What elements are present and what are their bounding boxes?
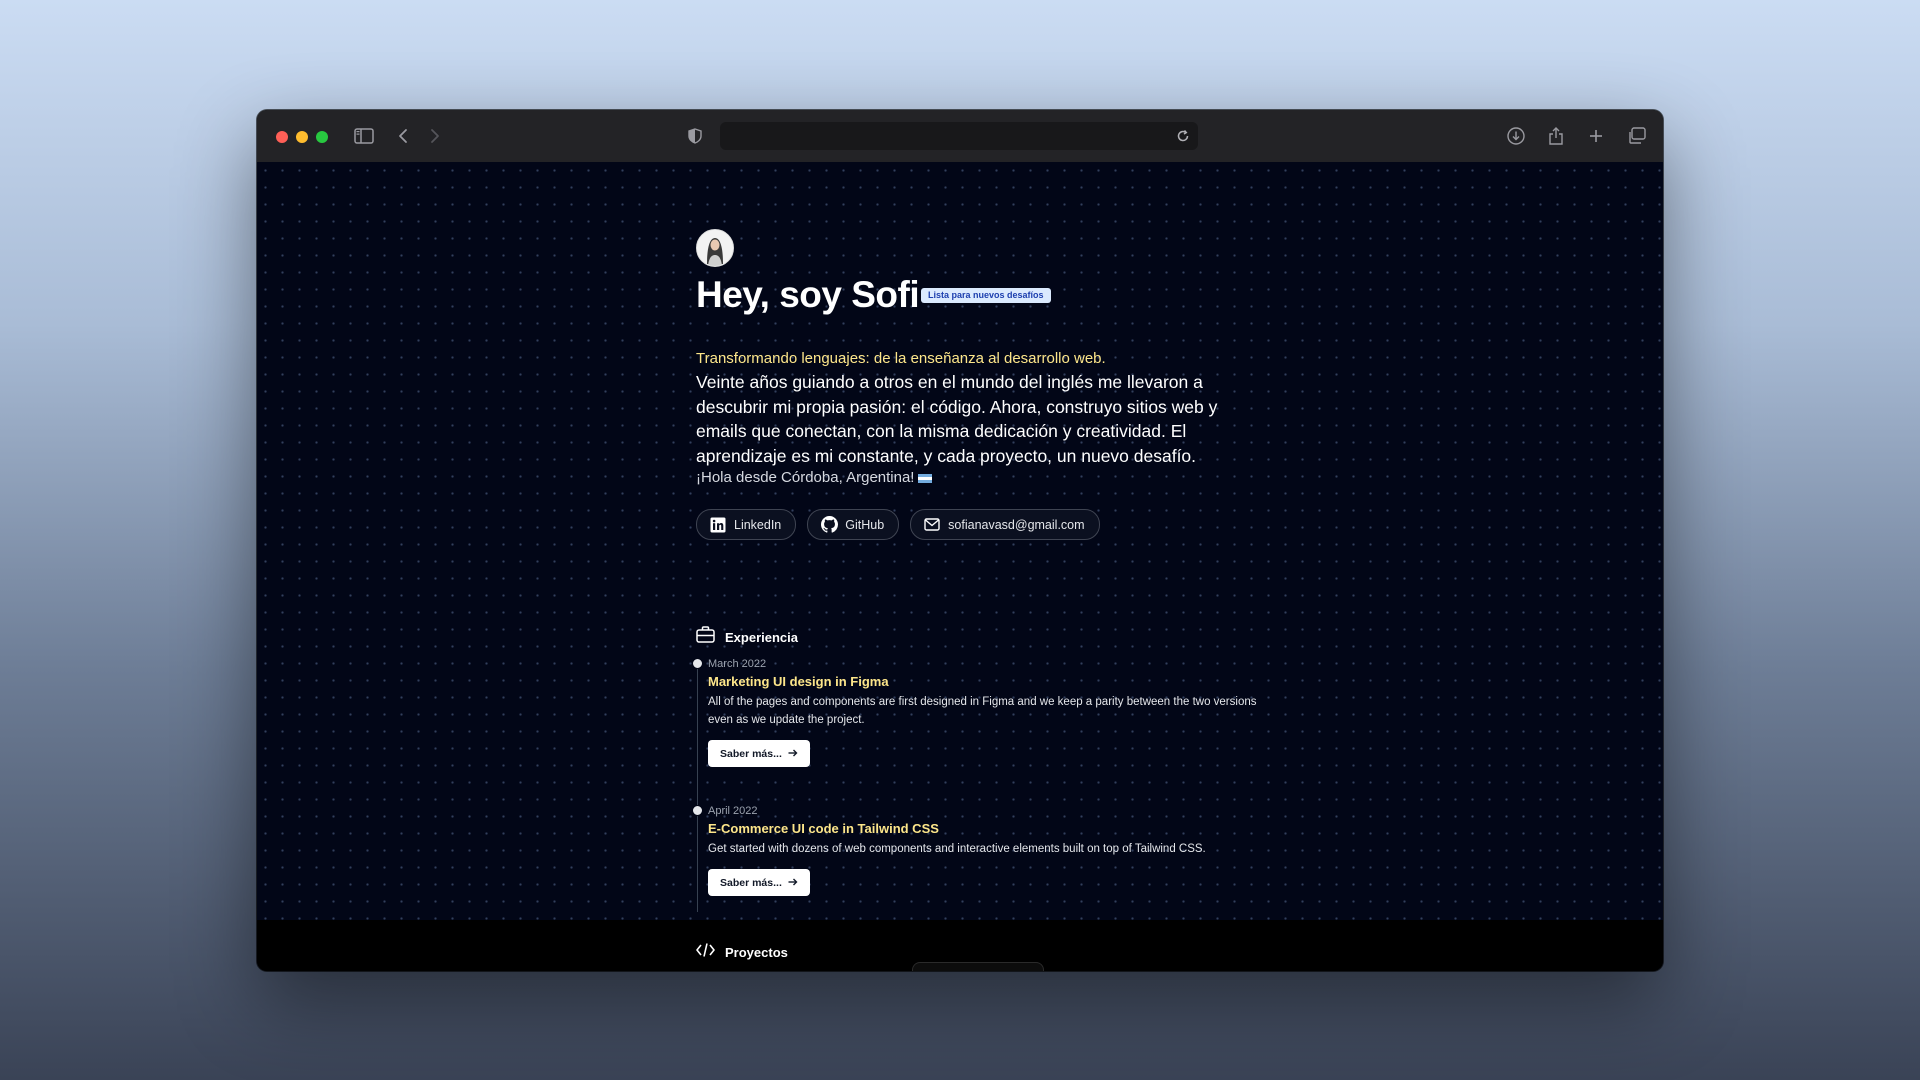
close-window-button[interactable] — [276, 131, 288, 143]
forward-icon[interactable] — [423, 124, 447, 148]
learn-more-button[interactable]: Saber más... — [708, 740, 810, 767]
status-badge: Lista para nuevos desafíos — [921, 288, 1051, 303]
browser-toolbar — [257, 110, 1663, 163]
contact-links: LinkedIn GitHub sofianavasd@gmail.com — [696, 509, 1100, 540]
briefcase-icon — [696, 626, 715, 648]
address-bar[interactable] — [720, 122, 1198, 150]
download-icon[interactable] — [1504, 124, 1528, 148]
learn-more-button[interactable]: Saber más... — [708, 869, 810, 896]
linkedin-label: LinkedIn — [734, 517, 782, 532]
linkedin-button[interactable]: LinkedIn — [696, 509, 797, 540]
email-label: sofianavasd@gmail.com — [948, 517, 1085, 532]
mail-icon — [923, 516, 941, 534]
timeline-dot — [692, 805, 703, 816]
zoom-window-button[interactable] — [316, 131, 328, 143]
arrow-right-icon — [788, 877, 798, 889]
page-title: Hey, soy Sofi — [696, 274, 920, 315]
avatar — [696, 229, 734, 267]
learn-more-label: Saber más... — [720, 747, 782, 760]
projects-heading: Proyectos — [696, 942, 788, 963]
timeline-line — [697, 662, 698, 912]
tagline: Transformando lenguajes: de la enseñanza… — [696, 350, 1106, 367]
timeline-description: All of the pages and components are firs… — [708, 696, 1257, 726]
linkedin-icon — [709, 516, 727, 534]
timeline-date: March 2022 — [708, 658, 767, 670]
tab-overview-icon[interactable] — [1625, 124, 1649, 148]
bio-paragraph: Veinte años guiando a otros en el mundo … — [696, 372, 1218, 466]
argentina-flag-icon — [918, 473, 933, 483]
projects-label: Proyectos — [725, 945, 788, 960]
code-icon — [696, 942, 715, 963]
github-icon — [820, 516, 838, 534]
reload-icon[interactable] — [1174, 127, 1192, 145]
github-button[interactable]: GitHub — [807, 509, 900, 540]
minimize-window-button[interactable] — [296, 131, 308, 143]
email-button[interactable]: sofianavasd@gmail.com — [910, 509, 1100, 540]
github-label: GitHub — [845, 517, 885, 532]
back-icon[interactable] — [391, 124, 415, 148]
floating-nav-edge — [912, 962, 1044, 971]
arrow-right-icon — [788, 748, 798, 760]
greeting-text: ¡Hola desde Córdoba, Argentina! — [696, 469, 915, 486]
timeline-date: April 2022 — [708, 805, 758, 817]
timeline-dot — [692, 658, 703, 669]
experience-heading: Experiencia — [696, 626, 798, 648]
timeline-title: Marketing UI design in Figma — [708, 674, 889, 689]
browser-window: Hey, soy Sofi Lista para nuevos desafíos… — [257, 110, 1663, 971]
experience-label: Experiencia — [725, 629, 798, 645]
privacy-shield-icon[interactable] — [683, 124, 707, 148]
new-tab-icon[interactable] — [1584, 124, 1608, 148]
sidebar-icon[interactable] — [352, 124, 376, 148]
timeline-description: Get started with dozens of web component… — [708, 843, 1206, 855]
learn-more-label: Saber más... — [720, 876, 782, 889]
share-icon[interactable] — [1544, 124, 1568, 148]
timeline-title: E-Commerce UI code in Tailwind CSS — [708, 821, 939, 836]
greeting: ¡Hola desde Córdoba, Argentina! — [696, 469, 933, 486]
page-content: Hey, soy Sofi Lista para nuevos desafíos… — [257, 162, 1663, 971]
